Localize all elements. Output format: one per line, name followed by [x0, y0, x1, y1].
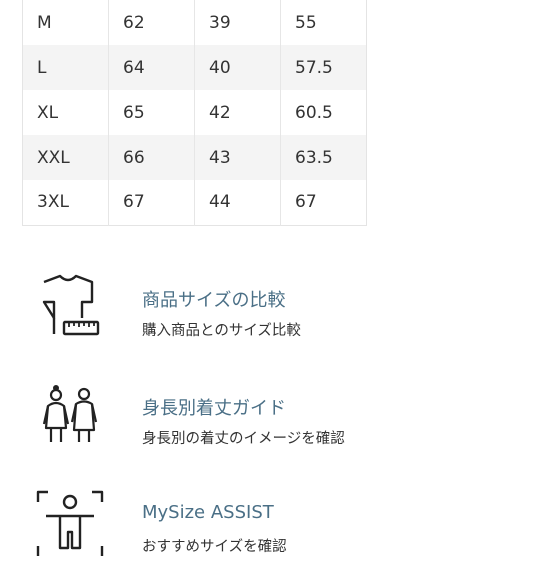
table-cell: 63.5	[280, 135, 367, 180]
table-row: XXL 66 43 63.5	[22, 135, 367, 180]
table-cell: 62	[108, 0, 195, 45]
height-length-link[interactable]: 身長別着丈ガイド	[142, 394, 286, 420]
table-cell: 67	[295, 192, 317, 213]
table-cell: 67	[108, 180, 195, 225]
mysize-assist-desc: おすすめサイズを確認	[142, 539, 287, 555]
table-row: XL 65 42 60.5	[22, 90, 367, 135]
table-cell: 64	[108, 45, 195, 90]
table-cell: 40	[194, 45, 281, 90]
table-cell: 43	[194, 135, 281, 180]
table-cell: 66	[108, 135, 195, 180]
table-cell: 42	[194, 90, 281, 135]
table-cell: 57.5	[280, 45, 367, 90]
size-cell: XXL	[22, 135, 109, 180]
table-row: 3XL 67 44 67	[22, 180, 367, 225]
size-compare-guide[interactable]: 商品サイズの比較 購入商品とのサイズ比較	[0, 272, 555, 352]
size-cell: XL	[22, 90, 109, 135]
mysize-assist-guide[interactable]: MySize ASSIST おすすめサイズを確認	[0, 488, 555, 568]
table-cell: 60.5	[295, 102, 333, 123]
table-row: M 62 39 55	[22, 0, 367, 45]
table-cell: 55	[295, 12, 317, 33]
height-length-desc: 身長別の着丈のイメージを確認	[142, 431, 345, 447]
table-cell: 39	[194, 0, 281, 45]
mysize-assist-link[interactable]: MySize ASSIST	[142, 502, 274, 523]
size-cell: 3XL	[22, 180, 109, 225]
size-compare-desc: 購入商品とのサイズ比較	[142, 323, 301, 339]
height-length-guide[interactable]: 身長別着丈ガイド 身長別の着丈のイメージを確認	[0, 380, 555, 460]
size-compare-link[interactable]: 商品サイズの比較	[142, 286, 285, 312]
table-row: L 64 40 57.5	[22, 45, 367, 90]
body-scan-icon	[34, 488, 106, 560]
size-cell: M	[22, 0, 109, 45]
table-cell: 65	[108, 90, 195, 135]
size-cell: L	[22, 45, 109, 90]
table-cell: 44	[194, 180, 281, 225]
body-height-figures-icon	[34, 380, 106, 452]
size-table: M 62 39 55 L 64 40 57.5 XL 65 42 60.5 XX…	[22, 0, 367, 226]
tshirt-measure-icon	[34, 272, 106, 344]
